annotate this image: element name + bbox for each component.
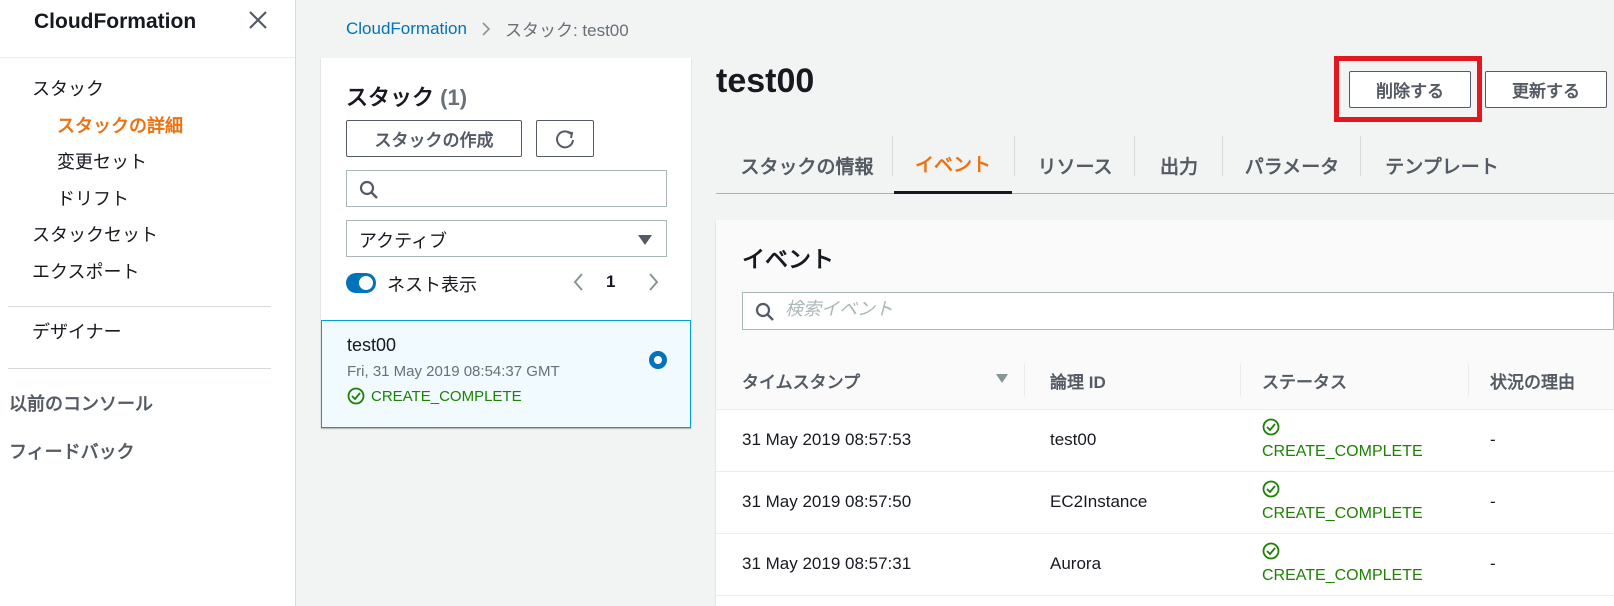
create-stack-button[interactable]: スタックの作成 (346, 120, 522, 157)
search-icon (359, 180, 378, 199)
sidebar-item-stack-details[interactable]: スタックの詳細 (57, 112, 183, 138)
caret-down-icon (638, 235, 652, 245)
update-stack-button[interactable]: 更新する (1485, 71, 1607, 108)
event-logical-id: Aurora (1050, 554, 1102, 573)
sidebar-item-feedback[interactable]: フィードバック (9, 438, 135, 464)
success-check-icon (1262, 418, 1280, 436)
chevron-right-icon[interactable] (645, 271, 661, 293)
event-status-reason: - (1490, 492, 1496, 511)
stack-status-text: CREATE_COMPLETE (371, 387, 522, 405)
breadcrumb: CloudFormation スタック: test00 (346, 16, 629, 41)
sidebar-item-stacksets[interactable]: スタックセット (32, 221, 158, 247)
delete-stack-button[interactable]: 削除する (1349, 71, 1471, 108)
event-status: CREATE_COMPLETE (1262, 480, 1423, 523)
stack-count: (1) (440, 85, 468, 110)
tab-events[interactable]: イベント (894, 136, 1012, 194)
stack-detail-title: test00 (716, 62, 815, 100)
tab-separator (1222, 136, 1223, 176)
column-separator (1468, 364, 1469, 396)
column-header-timestamp[interactable]: タイムスタンプ (742, 368, 860, 393)
stack-list-title: スタック (1) (346, 80, 467, 112)
stack-list-item[interactable]: test00 Fri, 31 May 2019 08:54:37 GMT CRE… (321, 320, 691, 428)
events-title: イベント (742, 246, 834, 272)
table-row: 31 May 2019 08:57:50 EC2Instance CREATE_… (716, 472, 1614, 534)
column-header-logical-id[interactable]: 論理 ID (1050, 368, 1106, 393)
success-check-icon (1262, 542, 1280, 560)
tab-separator (892, 136, 893, 176)
event-status: CREATE_COMPLETE (1262, 542, 1423, 585)
event-status-text: CREATE_COMPLETE (1262, 505, 1423, 522)
table-row: 31 May 2019 08:57:31 Aurora CREATE_COMPL… (716, 534, 1614, 596)
nested-view-label: ネスト表示 (387, 275, 477, 295)
stack-search-input[interactable] (346, 170, 667, 207)
tab-separator (1014, 136, 1015, 176)
refresh-button[interactable] (536, 120, 594, 157)
tab-separator (1360, 136, 1361, 176)
side-navigation: CloudFormation スタック スタックの詳細 変更セット ドリフト ス… (0, 0, 296, 606)
sidebar-item-designer[interactable]: デザイナー (32, 318, 122, 344)
events-header: イベント (716, 220, 1614, 350)
sidebar-item-previous-console[interactable]: 以前のコンソール (9, 390, 153, 416)
event-timestamp: 31 May 2019 08:57:31 (742, 554, 912, 573)
event-logical-id: EC2Instance (1050, 492, 1148, 511)
breadcrumb-current: スタック: test00 (504, 21, 629, 40)
table-row: 31 May 2019 08:57:53 test00 CREATE_COMPL… (716, 410, 1614, 472)
success-check-icon (1262, 480, 1280, 498)
events-table-header: タイムスタンプ 論理 ID ステータス 状況の理由 (716, 350, 1614, 410)
tab-parameters[interactable]: パラメータ (1224, 136, 1360, 194)
events-search-input[interactable] (785, 299, 1285, 320)
event-status: CREATE_COMPLETE (1262, 418, 1423, 461)
event-status-text: CREATE_COMPLETE (1262, 567, 1423, 584)
search-icon (755, 302, 774, 321)
stack-created-date: Fri, 31 May 2019 08:54:37 GMT (347, 363, 560, 380)
column-separator (1240, 364, 1241, 396)
sidebar-divider (8, 368, 271, 369)
column-separator (1024, 364, 1025, 396)
event-logical-id: test00 (1050, 430, 1097, 449)
sort-caret-icon[interactable] (996, 374, 1008, 383)
pagination-current-page[interactable]: 1 (606, 272, 615, 292)
stack-name: test00 (347, 335, 397, 355)
stack-list-title-text: スタック (346, 85, 435, 110)
tab-separator (1134, 136, 1135, 176)
sidebar-header: CloudFormation (0, 0, 295, 58)
chevron-right-icon (482, 21, 491, 36)
sidebar-title[interactable]: CloudFormation (34, 10, 196, 34)
tab-resources[interactable]: リソース (1016, 136, 1134, 194)
stack-list-panel: スタック (1) スタックの作成 アクティブ ネスト表示 1 test00 Fr… (321, 58, 691, 428)
event-status-text: CREATE_COMPLETE (1262, 443, 1423, 460)
chevron-left-icon[interactable] (571, 271, 587, 293)
tab-stack-info[interactable]: スタックの情報 (720, 136, 894, 194)
events-panel: イベント タイムスタンプ 論理 ID ステータス 状況の理由 31 May 20… (716, 220, 1614, 606)
breadcrumb-link-cloudformation[interactable]: CloudFormation (346, 19, 467, 39)
sidebar-item-drift[interactable]: ドリフト (57, 185, 129, 211)
stack-detail-tabs: スタックの情報 イベント リソース 出力 パラメータ テンプレート (716, 136, 1614, 194)
tab-template[interactable]: テンプレート (1362, 136, 1522, 194)
stack-select-radio[interactable] (649, 351, 667, 369)
sidebar-item-change-sets[interactable]: 変更セット (57, 148, 147, 174)
sidebar-divider (8, 306, 271, 307)
stack-status-filter-select[interactable]: アクティブ (346, 220, 667, 257)
column-header-status[interactable]: ステータス (1262, 368, 1347, 393)
nested-view-toggle[interactable] (346, 273, 376, 293)
event-status-reason: - (1490, 554, 1496, 573)
refresh-icon (556, 129, 574, 148)
sidebar-item-stacks[interactable]: スタック (32, 75, 104, 101)
event-timestamp: 31 May 2019 08:57:50 (742, 492, 912, 511)
event-status-reason: - (1490, 430, 1496, 449)
stack-status-filter-value: アクティブ (359, 231, 448, 251)
tab-outputs[interactable]: 出力 (1136, 136, 1222, 194)
success-check-icon (347, 387, 365, 405)
sidebar-item-exports[interactable]: エクスポート (32, 258, 139, 284)
events-search-box[interactable] (742, 292, 1614, 330)
close-icon[interactable] (246, 8, 270, 32)
stack-status: CREATE_COMPLETE (347, 387, 522, 405)
column-header-status-reason[interactable]: 状況の理由 (1490, 368, 1575, 393)
event-timestamp: 31 May 2019 08:57:53 (742, 430, 912, 449)
